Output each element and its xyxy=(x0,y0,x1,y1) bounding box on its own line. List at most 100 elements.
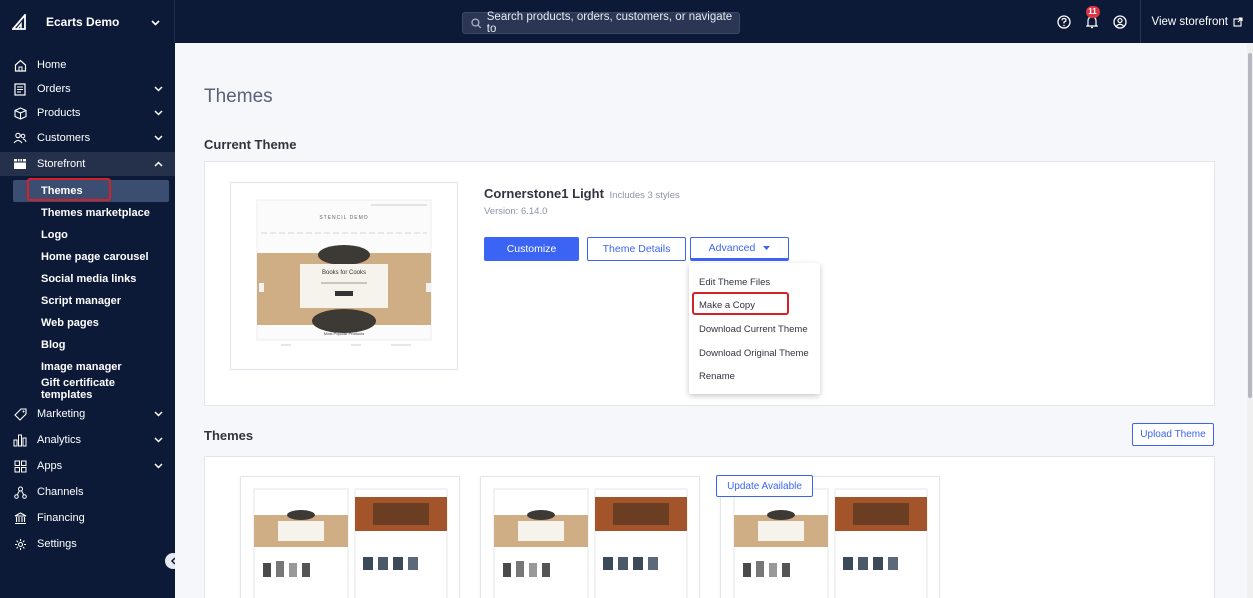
search-placeholder: Search products, orders, customers, or n… xyxy=(486,11,733,35)
sidebar-subitem-blog[interactable]: Blog xyxy=(13,334,169,356)
upload-theme-button-label: Upload Theme xyxy=(1140,429,1206,440)
preview-section-title: Most Popular Products xyxy=(324,331,364,336)
theme-details-button[interactable]: Theme Details xyxy=(587,237,686,261)
sidebar-item-settings[interactable]: Settings xyxy=(0,532,175,556)
theme-name-text: Cornerstone1 Light xyxy=(484,186,604,201)
chevron-down-icon xyxy=(154,132,163,144)
chevron-down-icon xyxy=(154,434,163,446)
apps-icon xyxy=(13,459,27,473)
bigcommerce-logo-icon xyxy=(12,13,28,30)
sidebar-item-orders[interactable]: Orders xyxy=(0,77,175,101)
chevron-down-icon xyxy=(154,107,163,119)
sidebar-item-label: Settings xyxy=(37,538,77,550)
sidebar-item-products[interactable]: Products xyxy=(0,101,175,125)
theme-details-button-label: Theme Details xyxy=(602,243,671,255)
menu-item-rename[interactable]: Rename xyxy=(699,371,735,382)
sidebar-item-home[interactable]: Home xyxy=(0,53,175,77)
search-icon xyxy=(471,17,482,28)
sidebar-item-apps[interactable]: Apps xyxy=(0,454,175,478)
theme-name: Cornerstone1 Light Includes 3 styles xyxy=(484,186,680,201)
customize-button[interactable]: Customize xyxy=(484,237,579,261)
menu-item-edit-theme-files[interactable]: Edit Theme Files xyxy=(699,277,770,288)
sidebar-item-label: Channels xyxy=(37,486,84,498)
sidebar-subitem-home-page-carousel[interactable]: Home page carousel xyxy=(13,246,169,268)
customize-button-label: Customize xyxy=(506,243,557,255)
sidebar-item-storefront[interactable]: Storefront xyxy=(0,152,175,176)
store-switcher[interactable]: Ecarts Demo xyxy=(0,0,175,43)
sidebar-subitem-label: Gift certificate templates xyxy=(41,377,115,401)
sidebar-subitem-label: Themes marketplace xyxy=(41,207,150,219)
external-link-icon xyxy=(1233,16,1243,27)
scrollbar-thumb[interactable] xyxy=(1248,53,1252,398)
sidebar-item-marketing[interactable]: Marketing xyxy=(0,402,175,426)
menu-item-make-a-copy[interactable]: Make a Copy xyxy=(699,300,755,311)
upload-theme-button[interactable]: Upload Theme xyxy=(1132,423,1214,446)
sidebar-item-label: Marketing xyxy=(37,408,86,420)
sidebar-subitem-image-manager[interactable]: Image manager xyxy=(13,356,169,378)
preview-banner-text: Books for Cooks xyxy=(322,270,366,276)
customers-icon xyxy=(13,131,27,145)
sidebar-item-financing[interactable]: Financing xyxy=(0,506,175,530)
theme-styles-count: Includes 3 styles xyxy=(609,190,680,201)
sidebar-subitem-web-pages[interactable]: Web pages xyxy=(13,312,169,334)
sidebar-subitem-label: Blog xyxy=(41,339,66,351)
current-theme-thumbnail[interactable]: STENCIL DEMO Books for Cooks Most Popula… xyxy=(230,182,458,370)
sidebar-subitem-label: Image manager xyxy=(41,361,122,373)
account-icon[interactable] xyxy=(1112,14,1128,30)
view-storefront-link[interactable]: View storefront xyxy=(1139,0,1253,43)
sidebar-subitem-gift-certificate-templates[interactable]: Gift certificate templates xyxy=(13,377,169,401)
sidebar-subitem-social-media-links[interactable]: Social media links xyxy=(13,268,169,290)
sidebar-subitem-label: Social media links xyxy=(41,273,137,285)
main-content: Themes Current Theme STENCIL DEMO Books … xyxy=(175,43,1247,598)
sidebar-item-label: Orders xyxy=(37,83,71,95)
chevron-down-icon xyxy=(154,83,163,95)
sidebar-item-label: Customers xyxy=(37,132,91,144)
sidebar-subitem-themes[interactable]: Themes xyxy=(13,178,169,202)
sidebar-item-label: Storefront xyxy=(37,158,86,170)
menu-item-download-current-theme[interactable]: Download Current Theme xyxy=(699,324,808,335)
sidebar-item-label: Apps xyxy=(37,460,63,472)
update-available-button[interactable]: Update Available xyxy=(716,475,813,497)
page-scrollbar[interactable] xyxy=(1247,43,1253,598)
search-input[interactable]: Search products, orders, customers, or n… xyxy=(462,11,740,35)
update-available-label: Update Available xyxy=(727,480,802,492)
sidebar-item-analytics[interactable]: Analytics xyxy=(0,428,175,452)
preview-store-name: STENCIL DEMO xyxy=(319,215,368,221)
chevron-up-icon xyxy=(154,158,163,170)
financing-icon xyxy=(13,511,27,525)
theme-tile[interactable] xyxy=(240,476,460,598)
top-bar: Ecarts Demo Search products, orders, cus… xyxy=(0,0,1253,43)
sidebar-nav: Home Orders Products Customers Storefron… xyxy=(0,43,181,598)
advanced-button[interactable]: Advanced xyxy=(690,237,789,261)
storefront-icon xyxy=(13,157,27,171)
products-icon xyxy=(13,106,27,120)
advanced-dropdown-menu: Edit Theme Files Make a Copy Download Cu… xyxy=(689,263,820,394)
theme-tile-preview xyxy=(493,488,688,598)
sidebar-item-customers[interactable]: Customers xyxy=(0,126,175,150)
theme-tile[interactable] xyxy=(480,476,700,598)
sidebar-subitem-logo[interactable]: Logo xyxy=(13,224,169,246)
menu-item-download-original-theme[interactable]: Download Original Theme xyxy=(699,348,809,359)
help-icon[interactable] xyxy=(1056,14,1072,30)
page-title: Themes xyxy=(204,86,273,107)
highlight-box xyxy=(27,178,111,201)
notifications-bell-icon[interactable]: 11 xyxy=(1084,5,1100,30)
chevron-down-icon xyxy=(154,408,163,420)
marketing-icon xyxy=(13,407,27,421)
sidebar-subitem-script-manager[interactable]: Script manager xyxy=(13,290,169,312)
sidebar-subitem-themes-marketplace[interactable]: Themes marketplace xyxy=(13,202,169,224)
view-storefront-label: View storefront xyxy=(1151,15,1229,28)
chevron-down-icon xyxy=(154,460,163,472)
analytics-icon xyxy=(13,433,27,447)
sidebar-item-channels[interactable]: Channels xyxy=(0,480,175,504)
theme-version: Version: 6.14.0 xyxy=(484,206,548,217)
home-icon xyxy=(13,58,27,72)
channels-icon xyxy=(13,485,27,499)
sidebar-item-label: Home xyxy=(37,59,67,71)
settings-icon xyxy=(13,537,27,551)
sidebar-subitem-label: Web pages xyxy=(41,317,99,329)
sidebar-item-label: Analytics xyxy=(37,434,82,446)
theme-tile-preview xyxy=(253,488,448,598)
notification-count-badge: 11 xyxy=(1085,5,1100,18)
sidebar-item-label: Products xyxy=(37,107,81,119)
